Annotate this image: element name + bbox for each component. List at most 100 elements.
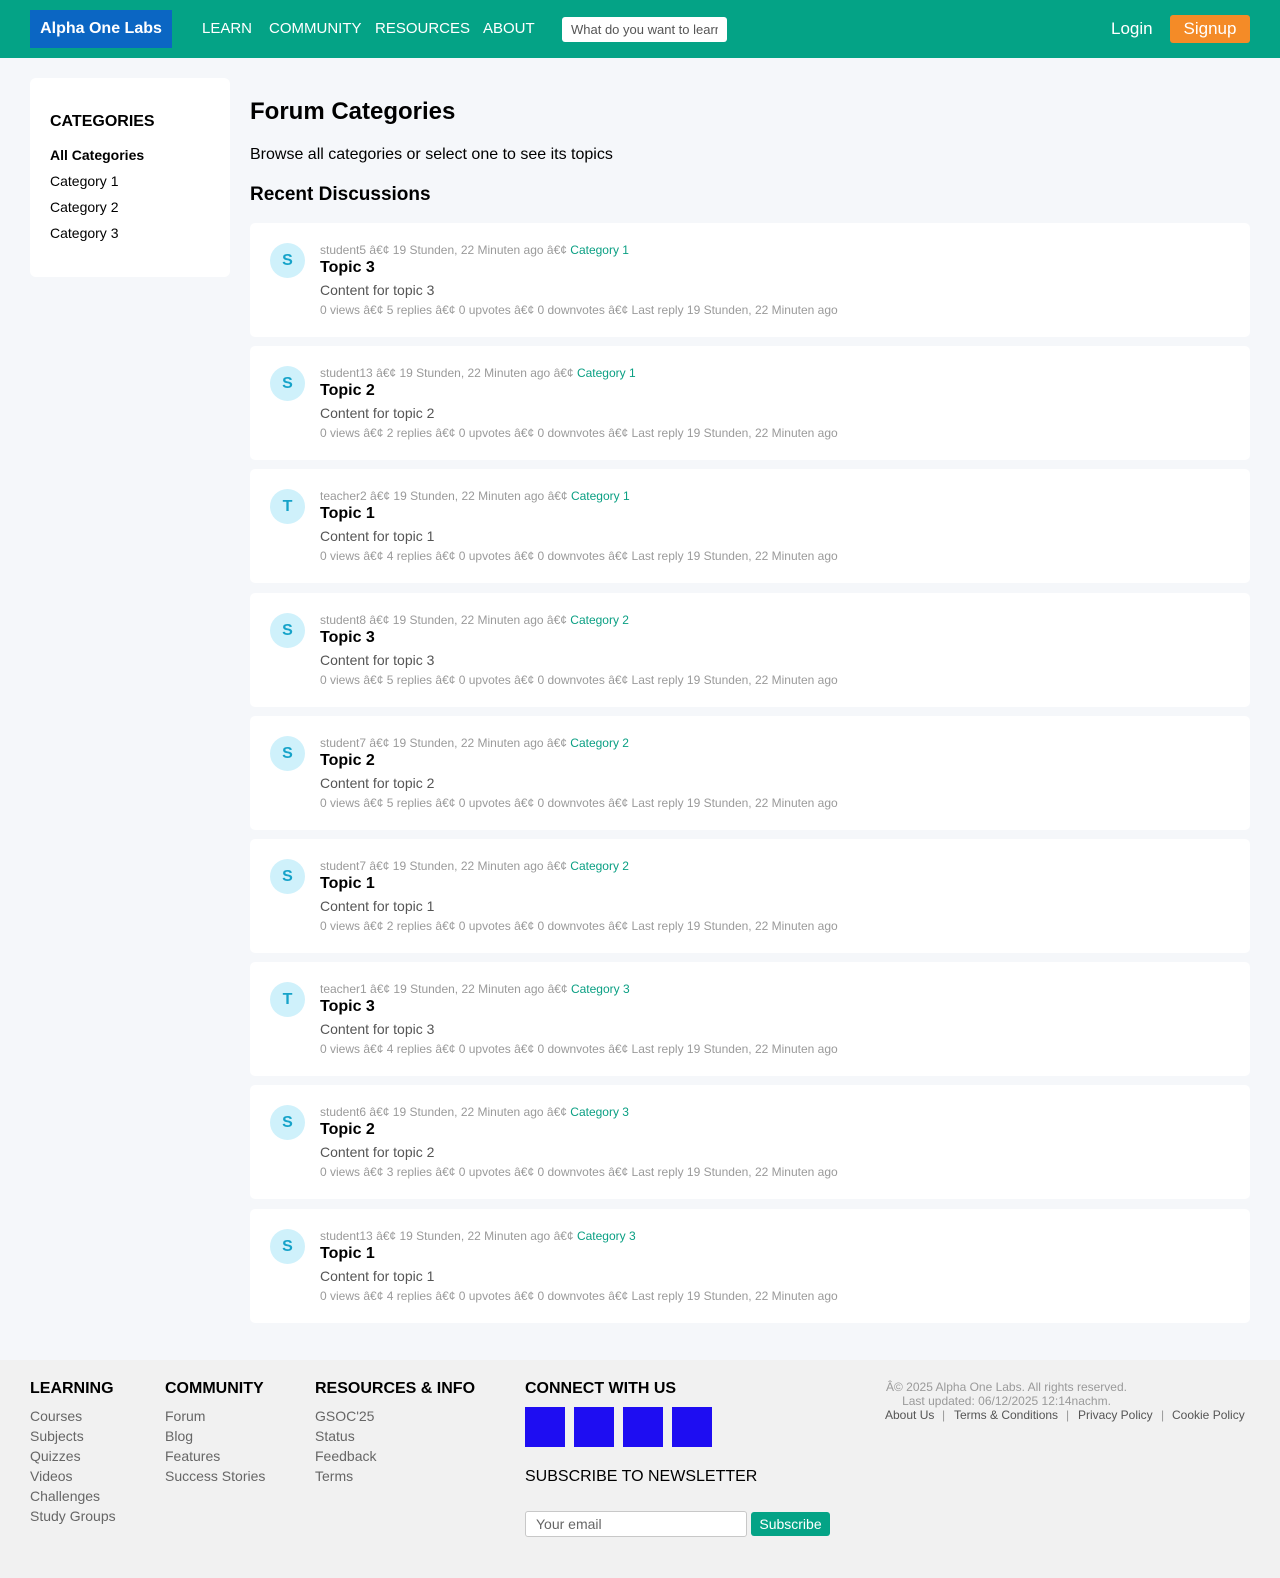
topic-author[interactable]: student13 bbox=[320, 366, 373, 380]
topic-title[interactable]: Topic 1 bbox=[320, 1244, 375, 1263]
topic-title[interactable]: Topic 2 bbox=[320, 1120, 375, 1139]
sidebar-item-category-1[interactable]: Category 1 bbox=[50, 173, 118, 190]
footer-legal-terms[interactable]: Terms & Conditions bbox=[954, 1408, 1058, 1422]
topic-category-link[interactable]: Category 3 bbox=[571, 982, 630, 996]
topic-content: Content for topic 2 bbox=[320, 775, 435, 791]
nav-about[interactable]: ABOUT bbox=[483, 20, 535, 38]
topic-author[interactable]: teacher1 bbox=[320, 982, 367, 996]
topic-stats: 0 views â€¢ 5 replies â€¢ 0 upvotes â€¢ … bbox=[320, 673, 838, 687]
topic-time: 19 Stunden, 22 Minuten ago bbox=[399, 366, 551, 380]
topic-title[interactable]: Topic 3 bbox=[320, 258, 375, 277]
nav-learn[interactable]: LEARN bbox=[202, 20, 252, 38]
meta-separator: â€¢ bbox=[546, 736, 567, 750]
footer-link-features[interactable]: Features bbox=[165, 1448, 220, 1465]
topic-category-link[interactable]: Category 3 bbox=[570, 1105, 629, 1119]
topic-category-link[interactable]: Category 2 bbox=[570, 859, 629, 873]
topic-author[interactable]: student13 bbox=[320, 1229, 373, 1243]
topic-category-link[interactable]: Category 3 bbox=[577, 1229, 636, 1243]
topic-title[interactable]: Topic 3 bbox=[320, 628, 375, 647]
search-input[interactable] bbox=[562, 17, 727, 42]
social-icon-1[interactable] bbox=[525, 1407, 565, 1447]
topic-author[interactable]: student7 bbox=[320, 859, 366, 873]
social-icon-4[interactable] bbox=[672, 1407, 712, 1447]
topic-card[interactable]: Tteacher1 â€¢ 19 Stunden, 22 Minuten ago… bbox=[250, 962, 1250, 1076]
footer: LEARNING Courses Subjects Quizzes Videos… bbox=[0, 1360, 1280, 1578]
topic-author[interactable]: student5 bbox=[320, 243, 366, 257]
avatar: S bbox=[270, 243, 305, 278]
topic-author[interactable]: student7 bbox=[320, 736, 366, 750]
signup-button[interactable]: Signup bbox=[1170, 15, 1250, 43]
meta-separator: â€¢ bbox=[546, 859, 567, 873]
topic-time: 19 Stunden, 22 Minuten ago bbox=[392, 859, 544, 873]
topic-category-link[interactable]: Category 1 bbox=[577, 366, 636, 380]
topic-category-link[interactable]: Category 1 bbox=[570, 243, 629, 257]
topic-content: Content for topic 1 bbox=[320, 898, 435, 914]
footer-legal-cookie[interactable]: Cookie Policy bbox=[1172, 1408, 1245, 1422]
topic-title[interactable]: Topic 2 bbox=[320, 381, 375, 400]
topic-card[interactable]: Sstudent8 â€¢ 19 Stunden, 22 Minuten ago… bbox=[250, 593, 1250, 707]
topic-title[interactable]: Topic 1 bbox=[320, 504, 375, 523]
topic-stats: 0 views â€¢ 3 replies â€¢ 0 upvotes â€¢ … bbox=[320, 1165, 838, 1179]
footer-link-feedback[interactable]: Feedback bbox=[315, 1448, 376, 1465]
topic-card[interactable]: Sstudent5 â€¢ 19 Stunden, 22 Minuten ago… bbox=[250, 223, 1250, 337]
footer-legal-about-us[interactable]: About Us bbox=[885, 1408, 934, 1422]
topic-stats: 0 views â€¢ 4 replies â€¢ 0 upvotes â€¢ … bbox=[320, 1289, 838, 1303]
login-link[interactable]: Login bbox=[1111, 19, 1153, 39]
subscribe-button[interactable]: Subscribe bbox=[751, 1512, 830, 1536]
footer-link-forum[interactable]: Forum bbox=[165, 1408, 205, 1425]
footer-link-terms[interactable]: Terms bbox=[315, 1468, 353, 1485]
sidebar-item-category-3[interactable]: Category 3 bbox=[50, 225, 118, 242]
topic-card[interactable]: Sstudent7 â€¢ 19 Stunden, 22 Minuten ago… bbox=[250, 839, 1250, 953]
topic-title[interactable]: Topic 3 bbox=[320, 997, 375, 1016]
topic-card[interactable]: Sstudent6 â€¢ 19 Stunden, 22 Minuten ago… bbox=[250, 1085, 1250, 1199]
footer-link-blog[interactable]: Blog bbox=[165, 1428, 193, 1445]
topic-author[interactable]: student6 bbox=[320, 1105, 366, 1119]
topic-card[interactable]: Sstudent13 â€¢ 19 Stunden, 22 Minuten ag… bbox=[250, 1209, 1250, 1323]
footer-link-quizzes[interactable]: Quizzes bbox=[30, 1448, 81, 1465]
meta-separator: â€¢ bbox=[369, 859, 390, 873]
topic-author[interactable]: teacher2 bbox=[320, 489, 367, 503]
categories-sidebar: CATEGORIES All Categories Category 1 Cat… bbox=[30, 78, 230, 277]
topic-category-link[interactable]: Category 1 bbox=[571, 489, 630, 503]
avatar: S bbox=[270, 613, 305, 648]
nav-resources[interactable]: RESOURCES bbox=[375, 20, 470, 38]
topic-author[interactable]: student8 bbox=[320, 613, 366, 627]
topic-stats: 0 views â€¢ 4 replies â€¢ 0 upvotes â€¢ … bbox=[320, 549, 838, 563]
topic-card[interactable]: Sstudent13 â€¢ 19 Stunden, 22 Minuten ag… bbox=[250, 346, 1250, 460]
topic-meta: teacher1 â€¢ 19 Stunden, 22 Minuten ago … bbox=[320, 982, 630, 996]
sidebar-item-all-categories[interactable]: All Categories bbox=[50, 147, 144, 164]
topic-card[interactable]: Tteacher2 â€¢ 19 Stunden, 22 Minuten ago… bbox=[250, 469, 1250, 583]
footer-legal-privacy[interactable]: Privacy Policy bbox=[1078, 1408, 1153, 1422]
footer-link-challenges[interactable]: Challenges bbox=[30, 1488, 100, 1505]
footer-link-status[interactable]: Status bbox=[315, 1428, 355, 1445]
topic-title[interactable]: Topic 2 bbox=[320, 751, 375, 770]
footer-link-videos[interactable]: Videos bbox=[30, 1468, 73, 1485]
newsletter-email-input[interactable] bbox=[525, 1511, 747, 1537]
topic-title[interactable]: Topic 1 bbox=[320, 874, 375, 893]
topic-meta: student6 â€¢ 19 Stunden, 22 Minuten ago … bbox=[320, 1105, 629, 1119]
topic-meta: student7 â€¢ 19 Stunden, 22 Minuten ago … bbox=[320, 736, 629, 750]
meta-separator: â€¢ bbox=[370, 489, 391, 503]
topic-category-link[interactable]: Category 2 bbox=[570, 736, 629, 750]
avatar: S bbox=[270, 859, 305, 894]
topic-time: 19 Stunden, 22 Minuten ago bbox=[393, 982, 545, 996]
topic-meta: student8 â€¢ 19 Stunden, 22 Minuten ago … bbox=[320, 613, 629, 627]
sidebar-item-category-2[interactable]: Category 2 bbox=[50, 199, 118, 216]
nav-community[interactable]: COMMUNITY bbox=[269, 20, 362, 38]
topic-card[interactable]: Sstudent7 â€¢ 19 Stunden, 22 Minuten ago… bbox=[250, 716, 1250, 830]
meta-separator: â€¢ bbox=[546, 243, 567, 257]
footer-link-subjects[interactable]: Subjects bbox=[30, 1428, 84, 1445]
footer-link-gsoc[interactable]: GSOC'25 bbox=[315, 1408, 374, 1425]
topic-time: 19 Stunden, 22 Minuten ago bbox=[392, 243, 544, 257]
meta-separator: â€¢ bbox=[376, 366, 397, 380]
topic-content: Content for topic 3 bbox=[320, 282, 435, 298]
footer-link-courses[interactable]: Courses bbox=[30, 1408, 82, 1425]
footer-link-study-groups[interactable]: Study Groups bbox=[30, 1508, 116, 1525]
social-icon-2[interactable] bbox=[574, 1407, 614, 1447]
social-icon-3[interactable] bbox=[623, 1407, 663, 1447]
topic-category-link[interactable]: Category 2 bbox=[570, 613, 629, 627]
site-logo[interactable]: Alpha One Labs bbox=[30, 10, 172, 48]
topic-stats: 0 views â€¢ 5 replies â€¢ 0 upvotes â€¢ … bbox=[320, 796, 838, 810]
footer-heading-connect: CONNECT WITH US bbox=[525, 1380, 677, 1397]
footer-link-success-stories[interactable]: Success Stories bbox=[165, 1468, 265, 1485]
